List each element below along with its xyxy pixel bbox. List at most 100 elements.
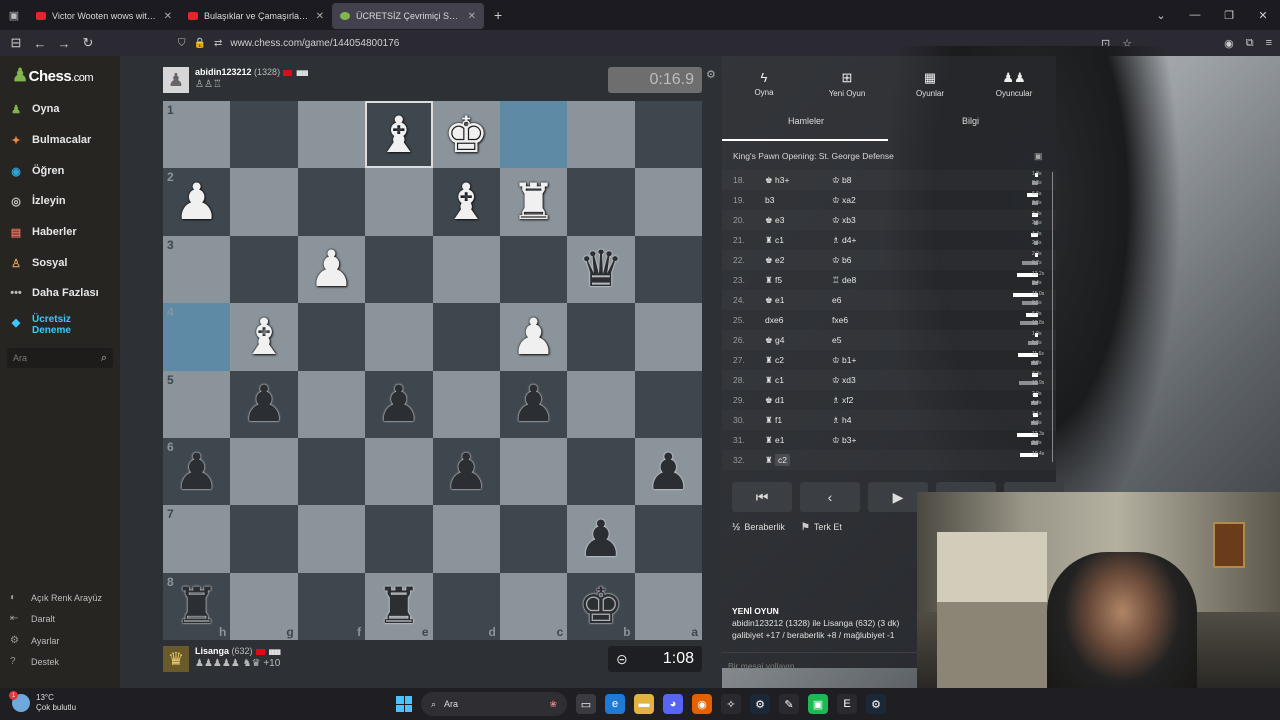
white-pawn-piece[interactable]: ♟ <box>511 312 556 362</box>
board-square[interactable] <box>499 101 568 169</box>
white-move[interactable]: b3 <box>765 195 774 205</box>
first-move-button[interactable]: ⏮ <box>732 482 792 512</box>
previous-move-button[interactable]: ‹ <box>800 482 860 512</box>
reload-button[interactable]: ↻ <box>76 35 100 51</box>
app-green-icon[interactable]: ▣ <box>808 694 828 714</box>
app-icon[interactable]: ✧ <box>721 694 741 714</box>
board-square[interactable] <box>297 505 366 573</box>
black-pawn-piece[interactable]: ♟ <box>511 379 556 429</box>
opening-name[interactable]: King's Pawn Opening: St. George Defense <box>733 151 894 161</box>
black-pawn-piece[interactable]: ♟ <box>646 447 691 497</box>
tab-overflow-icon[interactable]: ⌄ <box>1144 9 1178 22</box>
black-rook-piece[interactable]: ♜ <box>376 581 421 631</box>
white-move[interactable]: ♜ e1 <box>765 435 784 446</box>
sidebar-item-watch[interactable]: ◎ İzleyin <box>8 190 65 212</box>
board-square[interactable] <box>634 505 702 573</box>
board-square[interactable] <box>365 303 433 371</box>
white-king-piece[interactable]: ♚ <box>444 110 489 160</box>
minimize-button[interactable]: — <box>1178 9 1212 21</box>
address-bar[interactable]: ⛉ 🔒 ⇄ www.chess.com/game/144054800176 <box>178 38 399 49</box>
black-pawn-piece[interactable]: ♟ <box>174 447 219 497</box>
close-window-button[interactable]: ✕ <box>1246 9 1280 22</box>
taskbar-search[interactable]: ⌕ Ara ❀ <box>421 692 567 716</box>
sidebar-item-play[interactable]: ♟ Oyna <box>8 98 59 120</box>
file-explorer-icon[interactable]: ▭ <box>576 694 596 714</box>
black-move[interactable]: ♔ xd3 <box>832 375 856 386</box>
board-square[interactable] <box>567 168 635 236</box>
draw-button[interactable]: ½ Beraberlik <box>732 522 785 533</box>
board-square[interactable]: f <box>297 572 366 640</box>
white-pawn-piece[interactable]: ♟ <box>309 244 354 294</box>
board-square[interactable]: 2 ♟ <box>163 168 231 236</box>
board-square[interactable]: 7 <box>163 505 231 573</box>
subtab-info[interactable]: Bilgi <box>962 116 979 126</box>
settings-button[interactable]: ⚙ Ayarlar <box>10 635 59 646</box>
black-pawn-piece[interactable]: ♟ <box>242 379 287 429</box>
black-pawn-piece[interactable]: ♟ <box>444 447 489 497</box>
black-move[interactable]: e6 <box>832 295 841 305</box>
board-square[interactable] <box>499 505 568 573</box>
sidebar-item-social[interactable]: ♙ Sosyal <box>8 252 67 274</box>
gear-icon[interactable]: ⚙ <box>706 68 716 81</box>
support-button[interactable]: ? Destek <box>10 656 59 667</box>
avatar[interactable]: ♟ <box>163 67 189 93</box>
board-square[interactable]: 8 h ♜ <box>163 572 231 640</box>
close-tab-icon[interactable]: ✕ <box>468 11 476 22</box>
board-square[interactable] <box>297 370 366 438</box>
white-move[interactable]: ♜ c2 <box>765 355 784 366</box>
board-square[interactable] <box>432 505 500 573</box>
tool-icon[interactable]: ✎ <box>779 694 799 714</box>
board-square[interactable]: ♜ <box>499 168 568 236</box>
board-square[interactable]: ♝ <box>365 101 433 169</box>
menu-icon[interactable]: ≡ <box>1266 37 1272 49</box>
board-square[interactable]: c <box>499 572 568 640</box>
board-square[interactable] <box>230 437 298 506</box>
extensions-icon[interactable]: ⧉ <box>1246 37 1254 50</box>
tab-games[interactable]: ▦ Oyunlar <box>890 70 970 98</box>
chess-logo[interactable]: ♟Chess.com <box>12 65 94 86</box>
forward-button[interactable]: → <box>52 36 76 51</box>
board-square[interactable] <box>365 235 433 304</box>
board-square[interactable]: 3 <box>163 235 231 304</box>
board-square[interactable]: 5 <box>163 370 231 438</box>
white-move[interactable]: ♚ e2 <box>765 255 784 266</box>
black-move[interactable]: e5 <box>832 335 841 345</box>
white-move[interactable]: ♚ h3+ <box>765 175 789 186</box>
browser-tab-2[interactable]: Bulaşıklar ve Çamaşırlar Tek Ma ✕ <box>180 3 332 29</box>
board-square[interactable]: ♛ <box>567 235 635 304</box>
black-move[interactable]: ♗ xf2 <box>832 395 853 406</box>
white-move[interactable]: ♜ c1 <box>765 235 784 246</box>
black-move[interactable]: ♗ d4+ <box>832 235 856 246</box>
discord-icon[interactable]: ◕ <box>663 694 683 714</box>
browser-tab-1[interactable]: Victor Wooten wows with his pe ✕ <box>28 3 180 29</box>
sidebar-item-puzzles[interactable]: ✦ Bulmacalar <box>8 129 91 151</box>
white-move[interactable]: ♜ f5 <box>765 275 782 286</box>
board-square[interactable]: 6 ♟ <box>163 437 231 506</box>
avatar[interactable]: ♛ <box>163 646 189 672</box>
black-move[interactable]: fxe6 <box>832 315 848 325</box>
board-square[interactable] <box>365 505 433 573</box>
board-square[interactable]: ♟ <box>634 437 702 506</box>
board-square[interactable] <box>230 101 298 169</box>
player-name[interactable]: abidin123212 <box>195 67 252 77</box>
board-square[interactable]: b ♚ <box>567 572 635 640</box>
sidebar-item-premium[interactable]: ◆ Ücretsiz Deneme <box>8 314 71 342</box>
sidebar-search-input[interactable]: Ara ⌕ <box>7 348 113 368</box>
board-square[interactable]: a <box>634 572 702 640</box>
black-rook-piece[interactable]: ♜ <box>174 581 219 631</box>
firefox-icon[interactable]: ◉ <box>692 694 712 714</box>
back-button[interactable]: ← <box>28 36 52 51</box>
board-square[interactable] <box>634 370 702 438</box>
maximize-button[interactable]: ❐ <box>1212 9 1246 22</box>
sidebar-item-more[interactable]: ••• Daha Fazlası <box>8 282 98 304</box>
sidebar-item-news[interactable]: ▤ Haberler <box>8 221 77 243</box>
black-pawn-piece[interactable]: ♟ <box>579 514 624 564</box>
board-square[interactable] <box>567 437 635 506</box>
epic-games-icon[interactable]: E <box>837 694 857 714</box>
new-tab-button[interactable]: + <box>484 7 512 23</box>
white-bishop-piece[interactable]: ♝ <box>242 312 287 362</box>
board-square[interactable]: ♟ <box>297 235 366 304</box>
resign-button[interactable]: ⚑ Terk Et <box>801 522 842 533</box>
black-move[interactable]: ♔ xb3 <box>832 215 856 226</box>
board-square[interactable]: 4 <box>163 303 231 371</box>
